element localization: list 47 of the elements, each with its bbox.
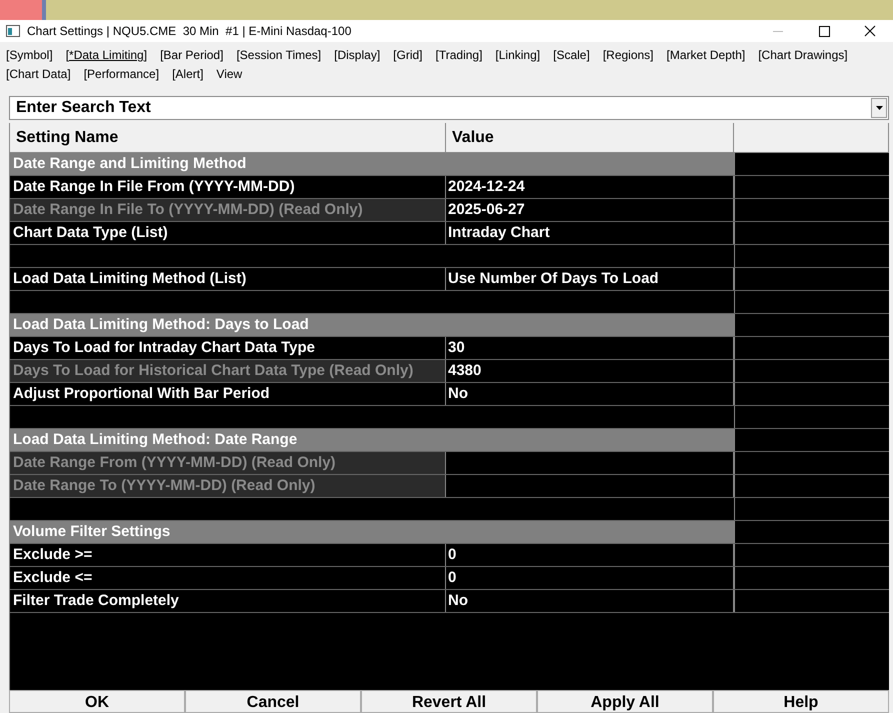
- setting-name[interactable]: Date Range To (YYYY-MM-DD) (Read Only): [10, 475, 446, 497]
- settings-tab[interactable]: [Bar Period]: [160, 47, 224, 64]
- setting-value[interactable]: No: [446, 590, 734, 612]
- settings-tab[interactable]: [Chart Data]: [6, 66, 71, 83]
- setting-value[interactable]: 0: [446, 544, 734, 566]
- settings-tab[interactable]: [Performance]: [84, 66, 160, 83]
- setting-name[interactable]: Adjust Proportional With Bar Period: [10, 383, 446, 405]
- settings-tab[interactable]: [Trading]: [436, 47, 482, 64]
- dialog-button[interactable]: Revert All: [361, 690, 537, 713]
- settings-tab[interactable]: View: [216, 66, 242, 83]
- settings-tab[interactable]: [Display]: [334, 47, 380, 64]
- dialog-button[interactable]: Cancel: [185, 690, 361, 713]
- dropdown-button[interactable]: [871, 98, 887, 118]
- settings-tab[interactable]: [Alert]: [172, 66, 204, 83]
- caret-icon: [876, 106, 882, 110]
- setting-value[interactable]: No: [446, 383, 734, 405]
- group-header: Load Data Limiting Method: Days to Load: [10, 314, 734, 336]
- column-header: Value: [446, 123, 734, 152]
- window-title: Chart Settings | NQU5.CME 30 Min #1 | E-Mini Nasdaq-100: [27, 23, 352, 40]
- dialog-button[interactable]: Help: [713, 690, 889, 713]
- setting-value[interactable]: 30: [446, 337, 734, 359]
- group-header: Volume Filter Settings: [10, 521, 734, 543]
- dialog-button[interactable]: OK: [9, 690, 185, 713]
- group-header: Load Data Limiting Method: Date Range: [10, 429, 734, 451]
- setting-value[interactable]: Intraday Chart: [446, 222, 734, 244]
- setting-value[interactable]: 2025-06-27: [446, 199, 734, 221]
- settings-tab[interactable]: [Linking]: [495, 47, 540, 64]
- setting-name[interactable]: Date Range In File To (YYYY-MM-DD) (Read Only): [10, 199, 446, 221]
- setting-value[interactable]: 2024-12-24: [446, 176, 734, 198]
- settings-tab[interactable]: [Market Depth]: [666, 47, 746, 64]
- window-app-icon: [6, 25, 20, 37]
- setting-value[interactable]: Use Number Of Days To Load: [446, 268, 734, 290]
- setting-name[interactable]: Days To Load for Historical Chart Data Type (Read Only): [10, 360, 446, 382]
- settings-tab[interactable]: [Chart Drawings]: [758, 47, 848, 64]
- dialog-button[interactable]: Apply All: [537, 690, 713, 713]
- settings-tab[interactable]: [Symbol]: [6, 47, 53, 64]
- setting-value[interactable]: 4380: [446, 360, 734, 382]
- settings-tab[interactable]: [Session Times]: [236, 47, 322, 64]
- setting-name[interactable]: Date Range From (YYYY-MM-DD) (Read Only): [10, 452, 446, 474]
- settings-tab[interactable]: [Scale]: [553, 47, 590, 64]
- settings-tab[interactable]: [Regions]: [602, 47, 654, 64]
- settings-tab[interactable]: [*Data Limiting]: [66, 47, 148, 64]
- column-header: Setting Name: [10, 123, 446, 152]
- search-field[interactable]: Enter Search Text: [9, 96, 889, 120]
- settings-tab[interactable]: [Grid]: [393, 47, 422, 64]
- setting-value[interactable]: 0: [446, 567, 734, 589]
- group-header: Date Range and Limiting Method: [10, 153, 734, 175]
